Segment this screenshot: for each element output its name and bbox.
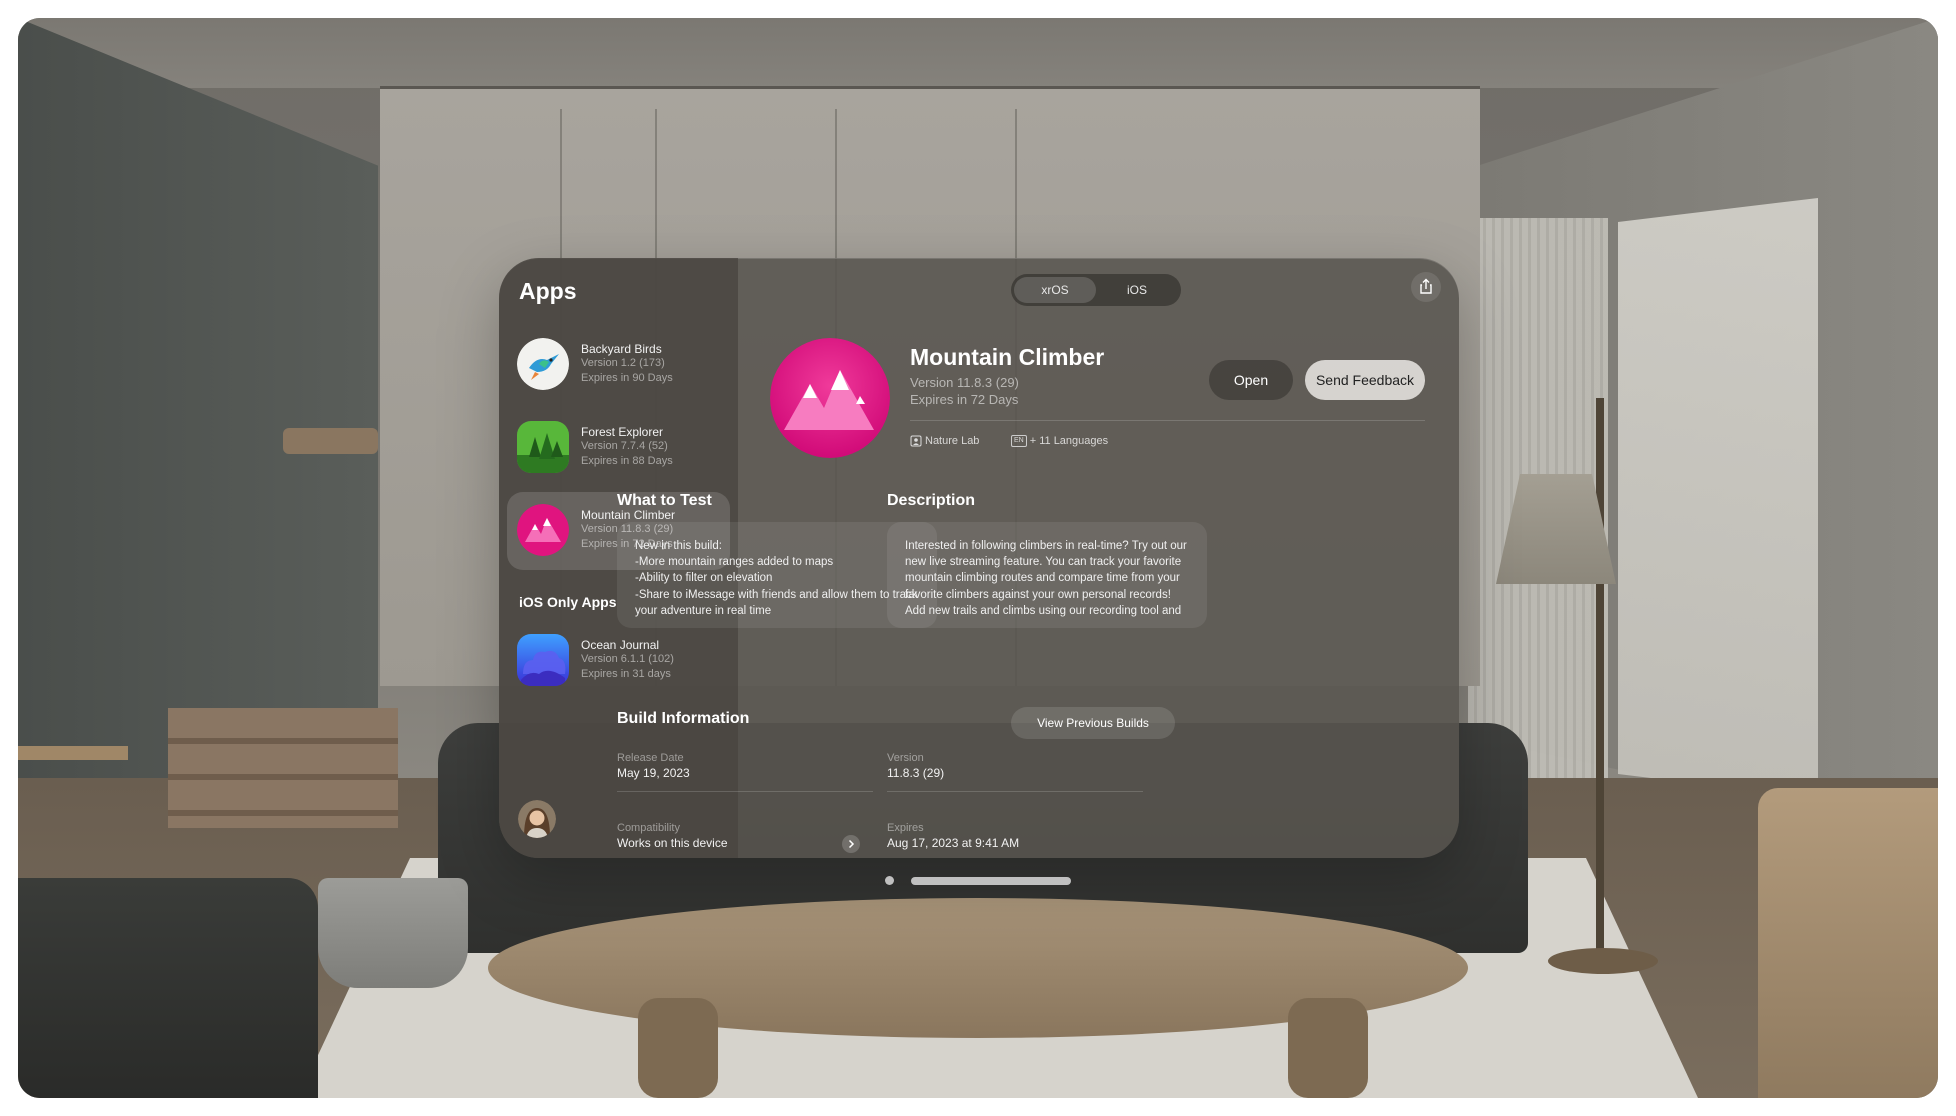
sidebar-title: Apps xyxy=(519,278,577,304)
coat-hooks xyxy=(283,428,378,454)
mountain-icon xyxy=(770,338,890,458)
sidebar-item-forest-explorer[interactable]: Forest Explorer Version 7.7.4 (52) Expir… xyxy=(507,409,730,487)
segment-xros[interactable]: xrOS xyxy=(1014,277,1096,303)
ottoman xyxy=(18,878,318,1098)
table-leg xyxy=(638,998,718,1098)
segment-ios[interactable]: iOS xyxy=(1096,277,1178,303)
description-card: Interested in following climbers in real… xyxy=(887,522,1207,628)
room-window xyxy=(1618,198,1818,798)
stairs xyxy=(168,708,398,828)
app-version: Version 6.1.1 (102) xyxy=(581,653,674,665)
send-feedback-button[interactable]: Send Feedback xyxy=(1305,360,1425,400)
share-button[interactable] xyxy=(1411,272,1441,302)
avatar[interactable] xyxy=(518,800,556,838)
cloud-icon xyxy=(517,634,569,686)
view-previous-builds-button[interactable]: View Previous Builds xyxy=(1011,707,1175,739)
app-title: Mountain Climber xyxy=(910,344,1105,370)
version-label: Version xyxy=(887,752,924,764)
expires-label: Expires xyxy=(887,822,924,834)
app-name: Mountain Climber xyxy=(581,508,676,522)
hummingbird-icon xyxy=(517,338,569,390)
window-close-dot[interactable] xyxy=(885,876,894,885)
languages-label: + 11 Languages xyxy=(1029,435,1109,447)
app-version: Version 11.8.3 (29) xyxy=(910,375,1019,390)
app-name: Ocean Journal xyxy=(581,638,660,652)
sidebar-item-backyard-birds[interactable]: Backyard Birds Version 1.2 (173) Expires… xyxy=(507,326,730,404)
description-text: Interested in following climbers in real… xyxy=(905,540,1187,617)
what-to-test-title: What to Test xyxy=(617,492,712,509)
chevron-right-icon xyxy=(848,839,855,849)
expires-value: Aug 17, 2023 at 9:41 AM xyxy=(887,836,1020,850)
release-date-value: May 19, 2023 xyxy=(617,766,690,780)
divider xyxy=(887,791,1143,792)
app-expires: Expires in 88 Days xyxy=(581,455,673,467)
developer-name: Nature Lab xyxy=(925,435,980,447)
app-expires: Expires in 72 Days xyxy=(910,392,1019,407)
platform-segmented-control: xrOS iOS xyxy=(1011,274,1181,306)
lamp-pole xyxy=(1596,398,1604,958)
language-badge-icon: EN xyxy=(1011,435,1027,447)
compatibility-value: Works on this device xyxy=(617,836,728,850)
sidebar-item-ocean-journal[interactable]: Ocean Journal Version 6.1.1 (102) Expire… xyxy=(507,622,730,700)
app-expires: Expires in 31 days xyxy=(581,668,671,680)
testflight-window: Apps Backyard Birds Version 1.2 (173) Ex… xyxy=(499,258,1459,858)
app-version: Version 1.2 (173) xyxy=(581,357,665,369)
mountain-icon xyxy=(517,504,569,556)
app-name: Backyard Birds xyxy=(581,342,662,356)
ios-only-apps-header: iOS Only Apps xyxy=(519,594,617,610)
window-grab-bar[interactable] xyxy=(911,877,1071,885)
languages-meta: EN + 11 Languages xyxy=(1011,435,1108,447)
app-name: Forest Explorer xyxy=(581,425,664,439)
compatibility-chevron-button[interactable] xyxy=(842,835,860,853)
open-button[interactable]: Open xyxy=(1209,360,1293,400)
table-leg xyxy=(1288,998,1368,1098)
app-version: Version 7.7.4 (52) xyxy=(581,440,668,452)
what-to-test-text: New in this build: -More mountain ranges… xyxy=(635,540,918,617)
share-icon xyxy=(1420,278,1432,294)
compatibility-label: Compatibility xyxy=(617,822,680,834)
version-value: 11.8.3 (29) xyxy=(887,766,945,780)
app-hero-icon xyxy=(770,338,890,458)
person-badge-icon xyxy=(910,435,922,447)
armchair xyxy=(1758,788,1938,1098)
lamp-base xyxy=(1548,948,1658,974)
developer-meta: Nature Lab xyxy=(910,435,979,447)
divider xyxy=(617,791,873,792)
description-title: Description xyxy=(887,492,976,509)
basket xyxy=(318,878,468,988)
app-expires: Expires in 90 Days xyxy=(581,372,673,384)
build-information-title: Build Information xyxy=(617,710,750,727)
ceiling xyxy=(18,18,1938,88)
release-date-label: Release Date xyxy=(617,752,684,764)
forest-icon xyxy=(517,421,569,473)
stool xyxy=(18,746,128,866)
divider xyxy=(910,420,1425,421)
